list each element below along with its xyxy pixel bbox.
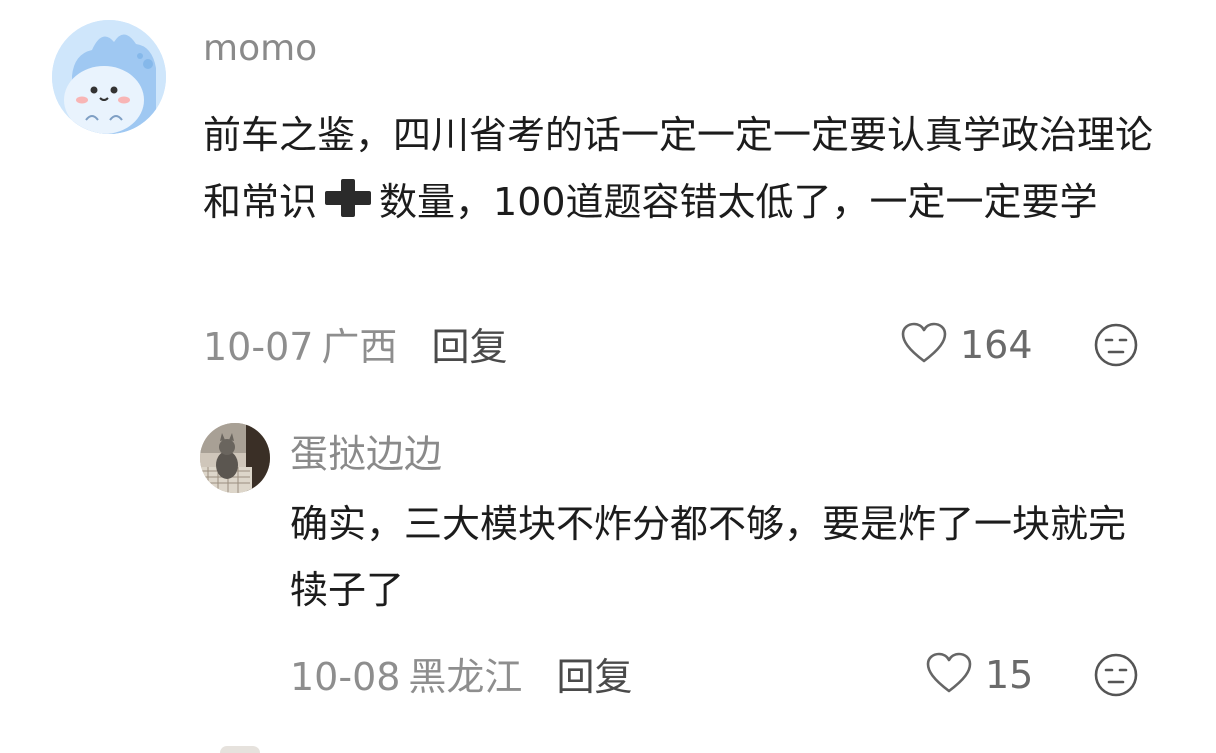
like-count: 15 [985, 653, 1034, 697]
plus-emoji-icon [317, 173, 379, 240]
next-avatar-edge [220, 746, 260, 753]
comment-text: 前车之鉴，四川省考的话一定一定一定要认真学政治理论和常识 数量，100道题容错太低… [203, 102, 1153, 240]
cat-photo-avatar-icon [200, 423, 270, 493]
neutral-face-icon [1094, 653, 1138, 697]
like-button[interactable]: 15 [925, 648, 1033, 702]
reply-comment: 蛋挞边边 确实，三大模块不炸分都不够，要是炸了一块就完犊子了 10-08 黑龙江… [0, 390, 1216, 753]
comment-location: 广西 [321, 325, 398, 369]
comment-location: 黑龙江 [408, 655, 523, 699]
username[interactable]: 蛋挞边边 [290, 430, 442, 478]
cartoon-dinosaur-avatar-icon [52, 20, 166, 134]
avatar[interactable] [200, 423, 270, 493]
dislike-button[interactable] [1093, 322, 1139, 372]
dislike-button[interactable] [1093, 652, 1139, 702]
comment-text: 确实，三大模块不炸分都不够，要是炸了一块就完犊子了 [290, 502, 1127, 612]
comment: momo 前车之鉴，四川省考的话一定一定一定要认真学政治理论和常识 数量，100道… [0, 0, 1216, 390]
avatar[interactable] [52, 20, 166, 134]
reply-button[interactable]: 回复 [556, 652, 632, 702]
heart-icon [925, 651, 973, 699]
heart-icon [900, 321, 948, 369]
neutral-face-icon [1094, 323, 1138, 367]
reply-button[interactable]: 回复 [431, 322, 507, 372]
username[interactable]: momo [203, 26, 317, 72]
comment-meta: 10-08 黑龙江 回复 [290, 652, 632, 702]
comment-date: 10-07 [203, 325, 314, 369]
like-button[interactable]: 164 [900, 318, 1033, 372]
like-count: 164 [960, 323, 1033, 367]
comment-date: 10-08 [290, 655, 401, 699]
comment-text-part: 数量，100道题容错太低了，一定一定要学 [379, 180, 1098, 224]
comment-meta: 10-07 广西 回复 [203, 322, 507, 372]
